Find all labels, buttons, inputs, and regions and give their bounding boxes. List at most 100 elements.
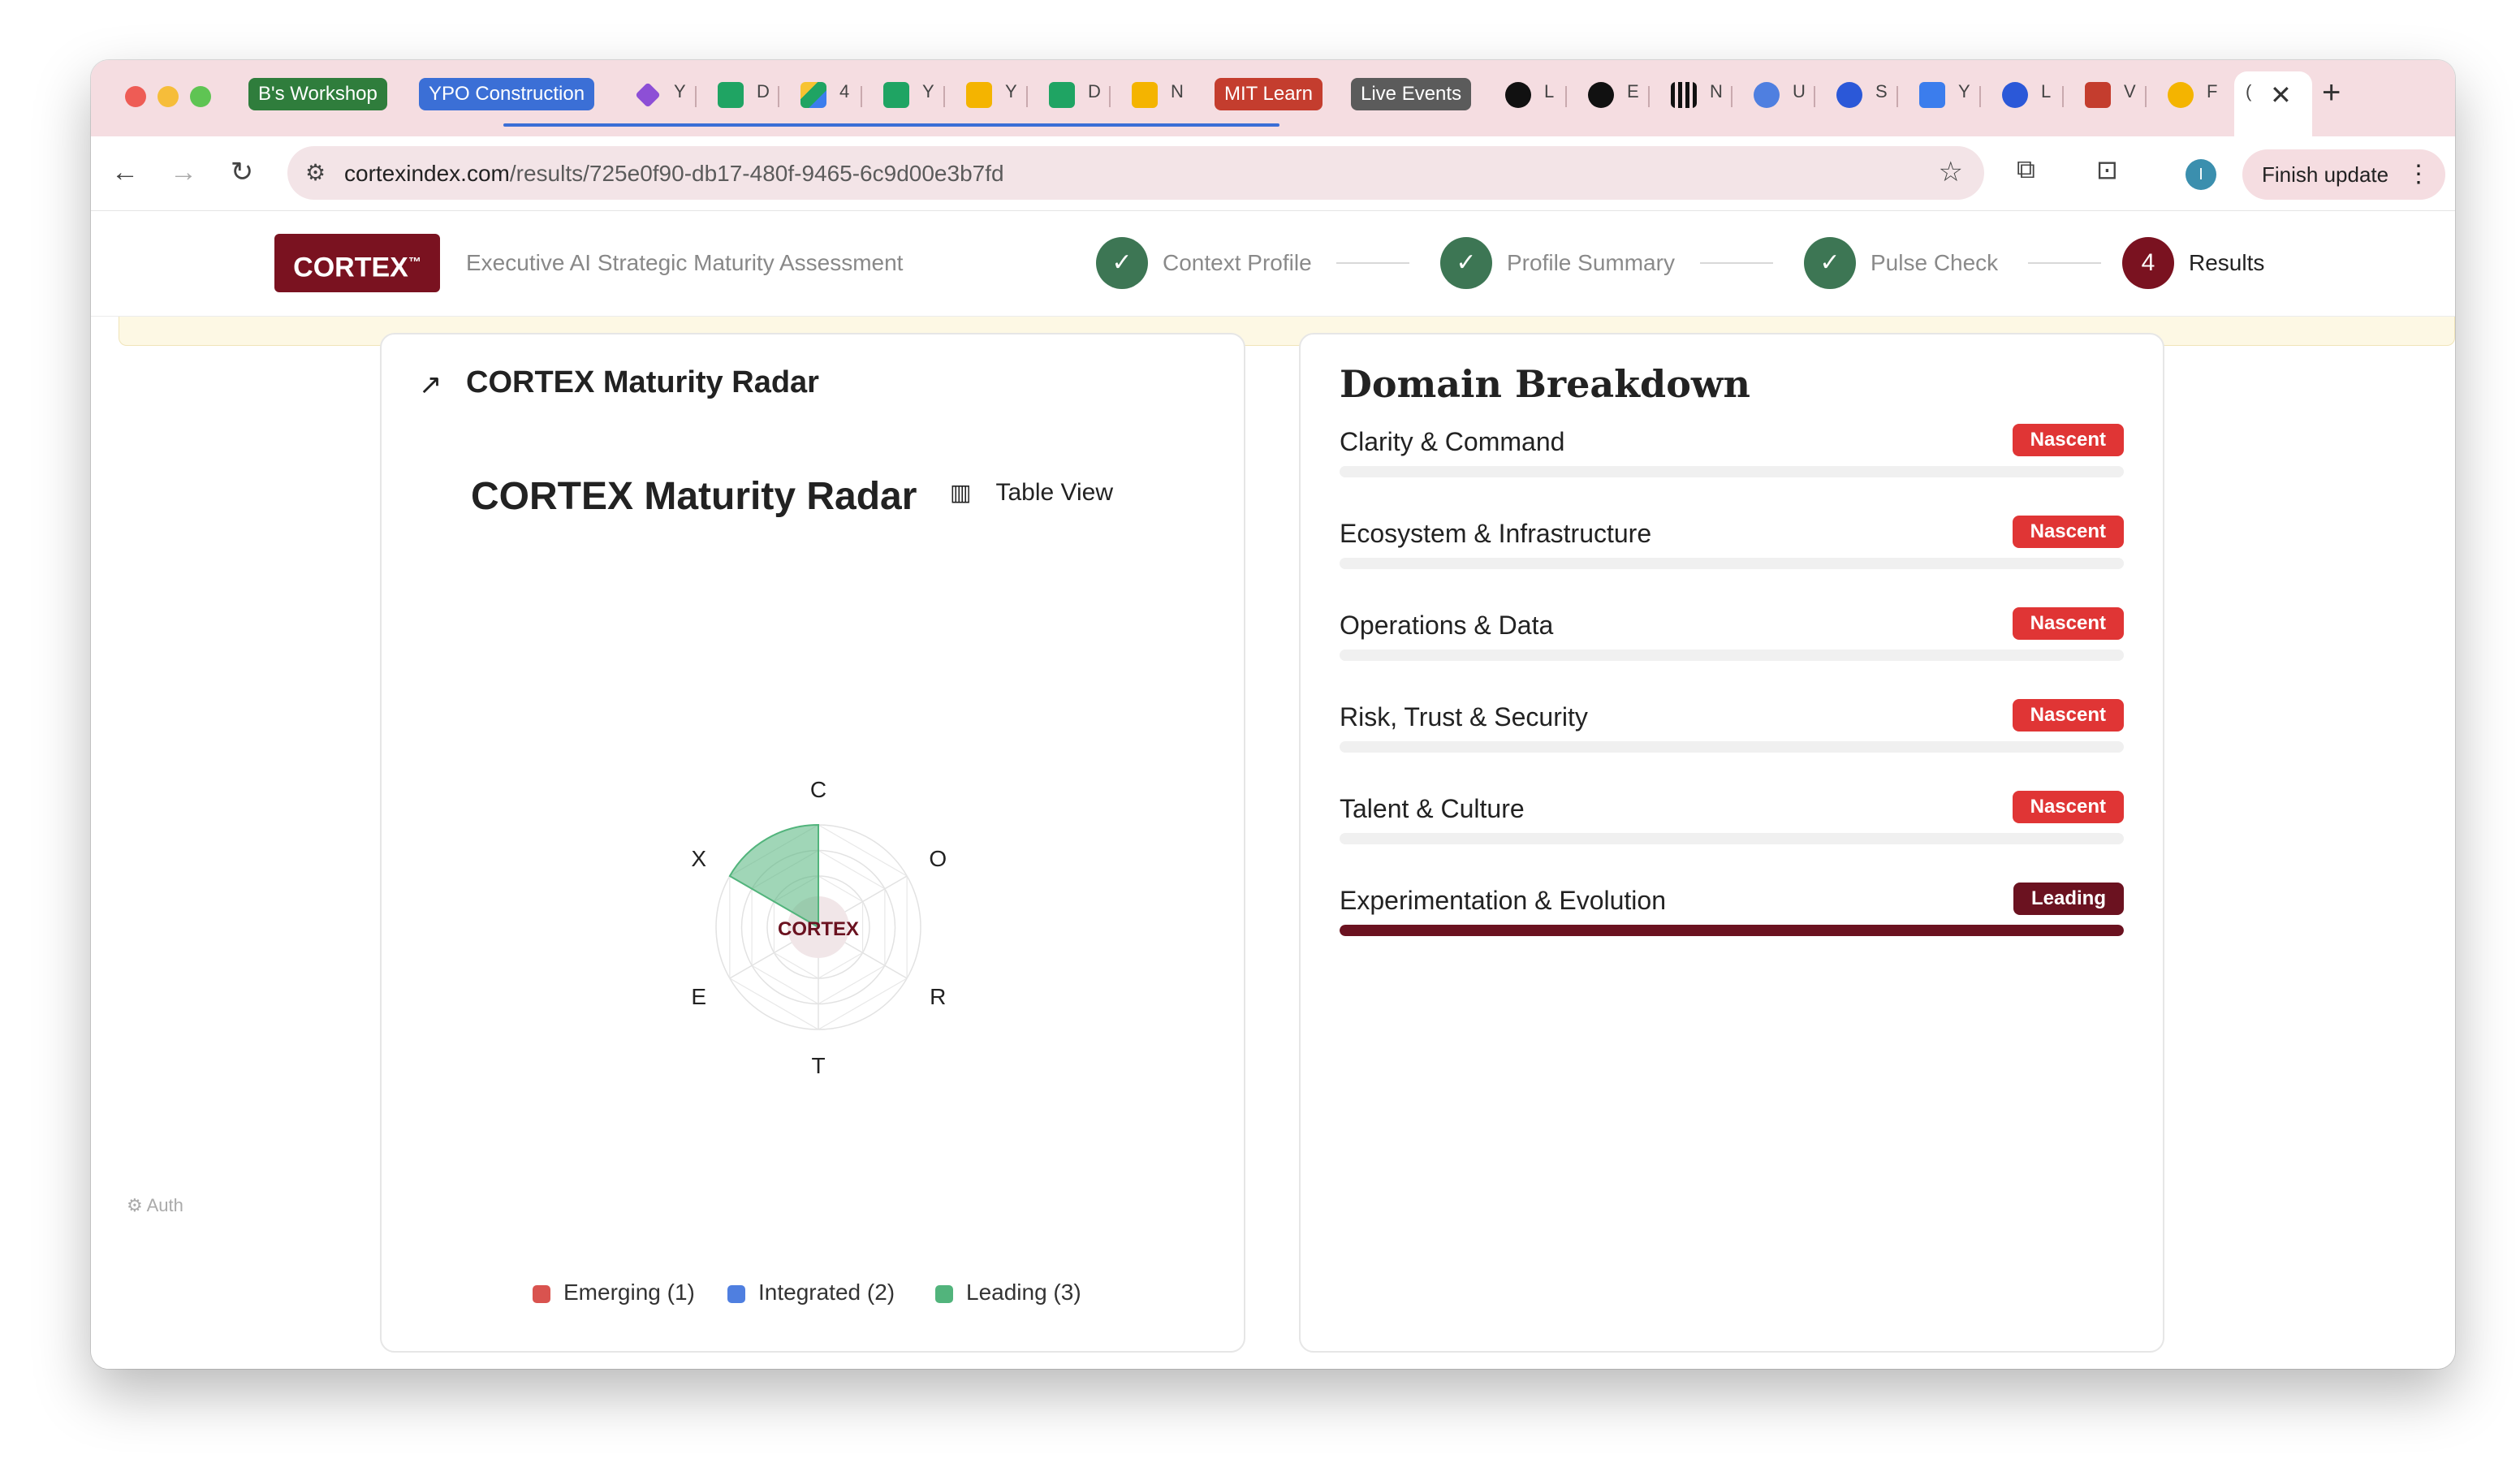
minimize-window-button[interactable] xyxy=(158,86,179,107)
status-badge: Nascent xyxy=(2012,791,2124,823)
tab-title-fragment: N xyxy=(1710,81,1723,101)
menu-kebab-icon: ⋮ xyxy=(2406,161,2431,188)
radar-axis-label-E: E xyxy=(691,984,706,1009)
tab-separator xyxy=(1814,86,1815,107)
docs-icon[interactable] xyxy=(1919,82,1945,108)
domain-row: Clarity & Command Nascent xyxy=(1340,424,2124,508)
tab-title-fragment: L xyxy=(1544,81,1555,101)
radar-axis-label-R: R xyxy=(930,984,946,1009)
domain-name: Ecosystem & Infrastructure xyxy=(1340,519,1652,548)
tab-title-fragment: Y xyxy=(674,81,686,101)
legend-item-emerging: Emerging (1) xyxy=(533,1280,695,1306)
drive-icon[interactable] xyxy=(800,82,826,108)
domain-progress-fill xyxy=(1340,925,2124,936)
status-badge: Nascent xyxy=(2012,607,2124,640)
sheets-icon[interactable] xyxy=(883,82,909,108)
domain-breakdown-title: Domain Breakdown xyxy=(1340,362,1750,406)
bookmark-star-icon[interactable]: ☆ xyxy=(1939,156,1963,188)
step-label-profile-summary: Profile Summary xyxy=(1507,250,1675,275)
tab-title-fragment: V xyxy=(2124,81,2136,101)
step-check-icon: ✓ xyxy=(1096,237,1148,289)
domain-progress-track xyxy=(1340,558,2124,569)
tab-group-bs-workshop[interactable]: B's Workshop xyxy=(248,78,387,110)
step-label-context-profile: Context Profile xyxy=(1163,250,1312,275)
tab-title-fragment: Y xyxy=(1005,81,1017,101)
tab-separator xyxy=(861,86,862,107)
tab-group-live-events[interactable]: Live Events xyxy=(1351,78,1472,110)
radar-card-title: CORTEX Maturity Radar xyxy=(466,365,819,399)
legend-swatch xyxy=(935,1284,953,1303)
status-badge: Nascent xyxy=(2012,424,2124,456)
radar-axis-label-O: O xyxy=(929,846,947,871)
tab-separator xyxy=(2145,86,2147,107)
address-bar[interactable]: ⚙ cortexindex.com/results/725e0f90-db17-… xyxy=(287,146,1984,200)
slides-icon[interactable] xyxy=(966,82,992,108)
domain-progress-track xyxy=(1340,833,2124,844)
tab-group-mit-learn[interactable]: MIT Learn xyxy=(1215,78,1323,110)
zoom-icon[interactable] xyxy=(2002,82,2028,108)
radar-chart: CORTEXCORTEX xyxy=(691,777,947,1078)
radar-axis-label-X: X xyxy=(691,846,706,871)
bank-icon[interactable] xyxy=(2085,82,2111,108)
auth-footer[interactable]: ⚙ Auth xyxy=(127,1195,183,1216)
radar-chart-title: CORTEX Maturity Radar xyxy=(471,475,917,518)
back-arrow-icon[interactable]: ← xyxy=(107,154,143,190)
tab-title-fragment: ( xyxy=(2246,81,2252,101)
domain-name: Risk, Trust & Security xyxy=(1340,702,1588,732)
domain-row: Experimentation & Evolution Leading xyxy=(1340,883,2124,967)
navigation-bar: ← → ↻ ⚙ cortexindex.com/results/725e0f90… xyxy=(91,136,2455,211)
reload-icon[interactable]: ↻ xyxy=(224,154,260,190)
table-view-button[interactable]: ▥ Table View xyxy=(950,479,1113,520)
close-tab-icon[interactable]: ✕ xyxy=(2270,80,2292,110)
domain-row: Risk, Trust & Security Nascent xyxy=(1340,699,2124,783)
app-tab-icon[interactable] xyxy=(1754,82,1780,108)
app-tab-icon[interactable] xyxy=(1505,82,1531,108)
tab-separator xyxy=(695,86,697,107)
domain-breakdown-card: Domain Breakdown Clarity & Command Nasce… xyxy=(1299,333,2164,1353)
bar-chart-icon: ▥ xyxy=(950,480,972,505)
maximize-window-button[interactable] xyxy=(190,86,211,107)
tab-title-fragment: E xyxy=(1627,81,1639,101)
finish-update-label: Finish update xyxy=(2262,162,2389,187)
tab-separator xyxy=(1648,86,1650,107)
slides-icon[interactable] xyxy=(1132,82,1158,108)
step-connector xyxy=(1336,262,1409,264)
domain-progress-track xyxy=(1340,650,2124,661)
tab-separator xyxy=(778,86,779,107)
app-tab-icon[interactable] xyxy=(2168,82,2194,108)
profile-avatar[interactable]: I xyxy=(2186,159,2216,190)
radar-axis-label-C: C xyxy=(810,777,826,802)
zoom-icon[interactable] xyxy=(1836,82,1862,108)
tab-title-fragment: Y xyxy=(1958,81,1970,101)
tab-title-fragment: L xyxy=(2041,81,2052,101)
site-settings-icon[interactable]: ⚙ xyxy=(305,159,326,186)
finish-update-button[interactable]: Finish update ⋮ xyxy=(2242,149,2445,200)
sheets-icon[interactable] xyxy=(718,82,744,108)
step-number-badge: 4 xyxy=(2122,237,2174,289)
app-subtitle: Executive AI Strategic Maturity Assessme… xyxy=(466,250,904,275)
tab-separator xyxy=(1565,86,1567,107)
new-tab-icon[interactable]: + xyxy=(2322,75,2341,111)
page-content: CORTEX™ Executive AI Strategic Maturity … xyxy=(91,211,2455,1369)
step-label-results: Results xyxy=(2189,250,2265,275)
app-tab-icon[interactable] xyxy=(1671,82,1697,108)
tab-title-fragment: N xyxy=(1171,81,1184,101)
trending-up-icon: ↗ xyxy=(419,369,442,400)
app-tab-icon[interactable] xyxy=(1588,82,1614,108)
forward-arrow-icon[interactable]: → xyxy=(166,154,201,190)
domain-name: Operations & Data xyxy=(1340,611,1554,640)
sheets-icon[interactable] xyxy=(1049,82,1075,108)
tab-group-ypo-construction[interactable]: YPO Construction xyxy=(419,78,595,110)
tab-search-icon[interactable]: ⊡ xyxy=(2096,154,2118,185)
brand-logo[interactable]: CORTEX™ xyxy=(274,234,440,292)
step-connector xyxy=(1700,262,1773,264)
status-badge: Nascent xyxy=(2012,699,2124,732)
tab-title-fragment: F xyxy=(2207,81,2218,101)
step-check-icon: ✓ xyxy=(1440,237,1492,289)
extensions-icon[interactable]: ⧉ xyxy=(2017,154,2035,185)
close-window-button[interactable] xyxy=(125,86,146,107)
heart-app-icon[interactable] xyxy=(635,82,661,108)
tab-separator xyxy=(1109,86,1111,107)
app-header: CORTEX™ Executive AI Strategic Maturity … xyxy=(91,211,2455,317)
step-label-pulse-check: Pulse Check xyxy=(1871,250,1999,275)
